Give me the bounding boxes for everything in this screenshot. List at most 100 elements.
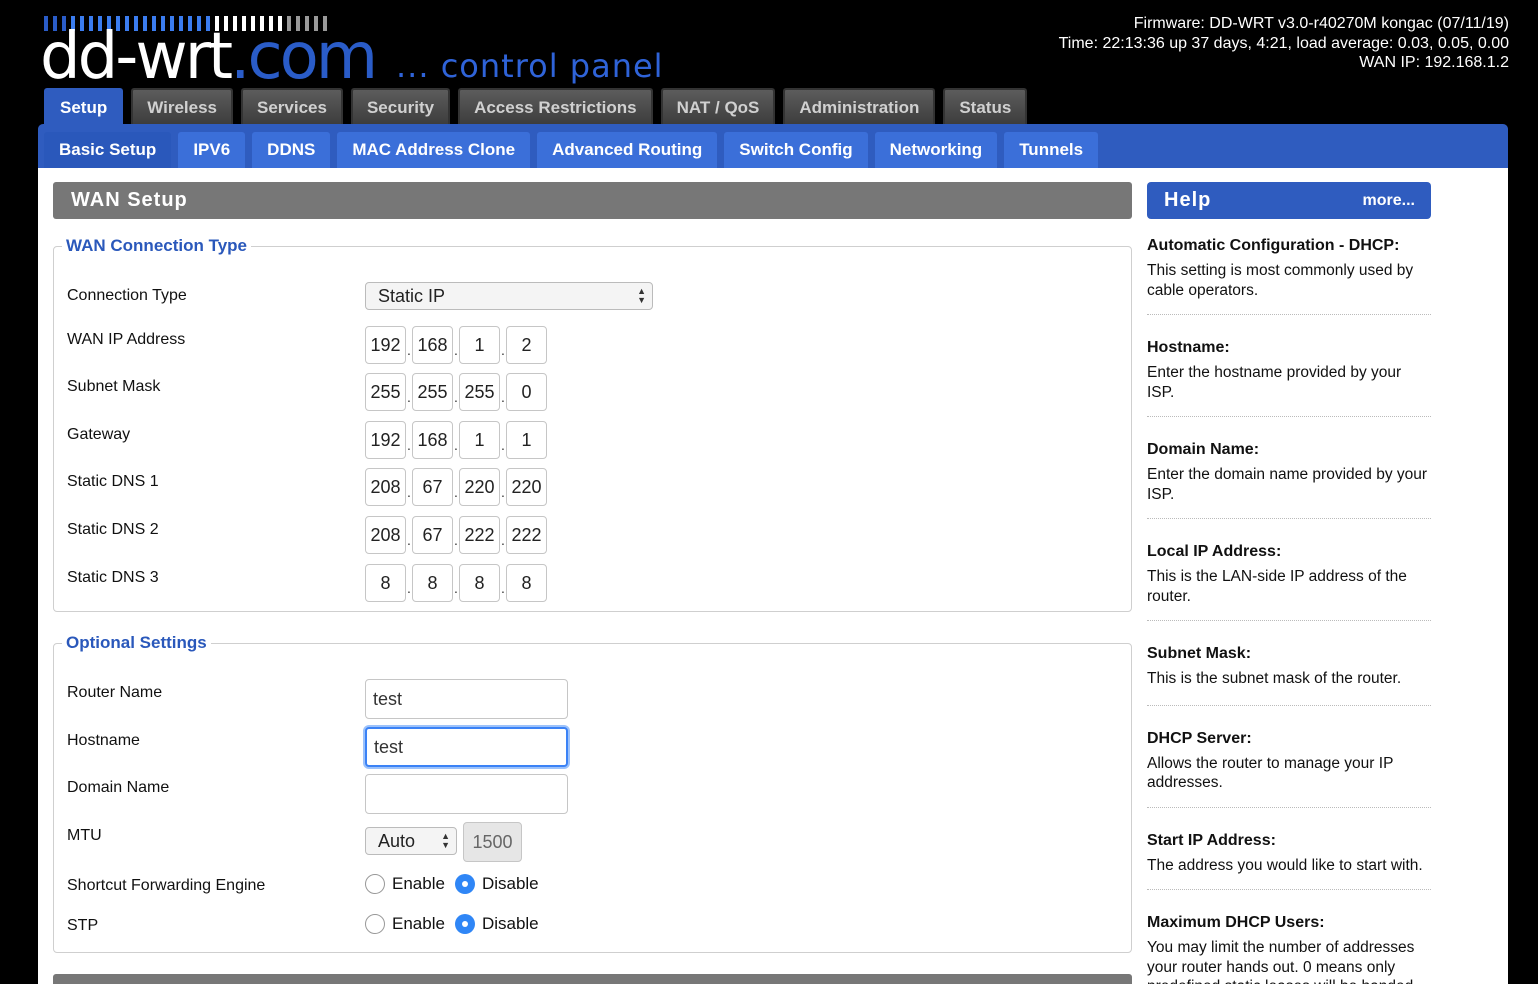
help-item-automatic-configuration-dhcp: Automatic Configuration - DHCP: This sett…: [1147, 219, 1431, 315]
stp-row: STP Enable Disable: [67, 912, 1117, 944]
subtab-ipv6[interactable]: IPV6: [178, 132, 246, 168]
static-dns-3-octet-3[interactable]: 8: [459, 564, 500, 602]
help-item-title: Automatic Configuration - DHCP:: [1147, 237, 1400, 254]
sfe-enable-radio[interactable]: [365, 874, 385, 894]
subnet-mask-octet-1[interactable]: 255: [365, 373, 406, 411]
subnet-mask-octet-3[interactable]: 255: [459, 373, 500, 411]
help-item-text: This is the subnet mask of the router.: [1147, 670, 1402, 687]
logo[interactable]: dd-wrt.com: [40, 20, 378, 94]
subtab-basic-setup[interactable]: Basic Setup: [44, 132, 172, 168]
help-item-domain-name: Domain Name: Enter the domain name provid…: [1147, 417, 1431, 519]
connection-type-select[interactable]: Static IP ▲ ▼: [365, 282, 653, 310]
router-name-input[interactable]: test: [365, 679, 568, 719]
help-item-maximum-dhcp-users: Maximum DHCP Users: You may limit the num…: [1147, 890, 1431, 984]
static-dns-2-ip-input: 208. 67. 222. 222: [365, 516, 547, 554]
uptime-text: Time: 22:13:36 up 37 days, 4:21, load av…: [1058, 34, 1509, 52]
help-item-title: Hostname:: [1147, 339, 1230, 356]
help-item-local-ip-address: Local IP Address: This is the LAN-side IP…: [1147, 519, 1431, 621]
gateway-octet-1[interactable]: 192: [365, 421, 406, 459]
help-item-start-ip-address: Start IP Address: The address you would l…: [1147, 808, 1431, 890]
static-dns-1-octet-3[interactable]: 220: [459, 468, 500, 506]
gateway-octet-2[interactable]: 168: [412, 421, 453, 459]
wan-ip-address-octet-1[interactable]: 192: [365, 326, 406, 364]
tagline: ... control panel: [396, 47, 664, 85]
static-dns-1-ip-input: 208. 67. 220. 220: [365, 468, 547, 506]
subtab-tunnels[interactable]: Tunnels: [1004, 132, 1099, 168]
stp-enable-radio[interactable]: [365, 914, 385, 934]
help-item-title: DHCP Server:: [1147, 729, 1252, 747]
tab-services[interactable]: Services: [241, 88, 343, 125]
tab-access-restrictions[interactable]: Access Restrictions: [458, 88, 653, 125]
tab-status[interactable]: Status: [943, 88, 1028, 125]
stp-disable-label[interactable]: Disable: [482, 914, 539, 934]
subtab-advanced-routing[interactable]: Advanced Routing: [537, 132, 718, 168]
mtu-mode-select[interactable]: Auto ▲ ▼: [365, 827, 457, 855]
wan-ip-address-octet-2[interactable]: 168: [412, 326, 453, 364]
tab-wireless[interactable]: Wireless: [131, 88, 234, 125]
tab-setup[interactable]: Setup: [44, 88, 124, 125]
subtab-mac-address-clone[interactable]: MAC Address Clone: [337, 132, 531, 168]
subtab-ddns[interactable]: DDNS: [252, 132, 331, 168]
domain-name-input[interactable]: [365, 774, 568, 814]
gateway-octet-4[interactable]: 1: [506, 421, 547, 459]
hostname-input[interactable]: test: [365, 727, 568, 767]
next-section-header: [53, 974, 1132, 984]
select-arrows-icon: ▲ ▼: [441, 831, 450, 850]
tab-nat-qos[interactable]: NAT / QoS: [660, 88, 776, 125]
subtab-networking[interactable]: Networking: [874, 132, 998, 168]
help-item-text: Enter the domain name provided by your I…: [1147, 466, 1428, 503]
static-dns-3-row: Static DNS 3 8.8.8.8: [67, 564, 1117, 604]
static-dns-1-label: Static DNS 1: [67, 473, 159, 490]
subtab-switch-config[interactable]: Switch Config: [724, 132, 868, 168]
static-dns-2-octet-2[interactable]: 67: [412, 516, 453, 554]
static-dns-2-octet-4[interactable]: 222: [506, 516, 547, 554]
subnet-mask-octet-2[interactable]: 255: [412, 373, 453, 411]
mtu-value-input[interactable]: 1500: [463, 822, 522, 862]
gateway-ip-input: 192. 168. 1. 1: [365, 421, 547, 459]
help-header: Help more...: [1147, 182, 1431, 219]
help-item-title: Domain Name:: [1147, 441, 1260, 458]
subnet-mask-octet-4[interactable]: 0: [506, 373, 547, 411]
static-dns-2-octet-3[interactable]: 222: [459, 516, 500, 554]
stp-disable-radio[interactable]: [454, 914, 475, 934]
sub-tab-bar: Basic Setup IPV6 DDNS MAC Address Clone …: [38, 124, 1508, 168]
help-items: Automatic Configuration - DHCP: This sett…: [1147, 219, 1431, 984]
gateway-octet-3[interactable]: 1: [459, 421, 500, 459]
wan-ip-address-ip-input: 192. 168. 1. 2: [365, 326, 547, 364]
help-item-text: Enter the hostname provided by your ISP.: [1147, 364, 1402, 401]
help-item-text: The address you would like to start with…: [1147, 856, 1423, 874]
tab-administration[interactable]: Administration: [783, 88, 936, 125]
static-dns-2-octet-1[interactable]: 208: [365, 516, 406, 554]
sfe-disable-label[interactable]: Disable: [482, 874, 539, 894]
gateway-label: Gateway: [67, 426, 131, 443]
wan-connection-type-legend: WAN Connection Type: [66, 236, 248, 255]
tab-security[interactable]: Security: [350, 88, 451, 125]
static-dns-1-octet-2[interactable]: 67: [412, 468, 453, 506]
wan-ip-address-octet-3[interactable]: 1: [459, 326, 500, 364]
static-dns-3-octet-1[interactable]: 8: [365, 564, 406, 602]
sfe-enable-label[interactable]: Enable: [392, 874, 445, 894]
domain-name-row: Domain Name: [67, 774, 1117, 816]
help-item-text: This setting is most commonly used by ca…: [1147, 262, 1414, 299]
static-dns-1-row: Static DNS 1 208. 67. 220. 220: [67, 468, 1117, 508]
router-name-row: Router Name test: [67, 679, 1117, 721]
gateway-row: Gateway 192. 168. 1. 1: [67, 421, 1117, 461]
sfe-disable-radio[interactable]: [454, 874, 475, 894]
sub-tabs: Basic Setup IPV6 DDNS MAC Address Clone …: [44, 132, 1099, 168]
static-dns-1-octet-4[interactable]: 220: [506, 468, 547, 506]
mtu-mode-value: Auto: [378, 830, 416, 851]
help-more-link[interactable]: more...: [1363, 192, 1415, 210]
wan-setup-header: WAN Setup: [53, 182, 1132, 219]
stp-enable-label[interactable]: Enable: [392, 914, 445, 934]
help-item-hostname: Hostname: Enter the hostname provided by …: [1147, 315, 1431, 417]
static-dns-3-ip-input: 8.8.8.8: [365, 564, 547, 602]
domain-name-label: Domain Name: [67, 779, 170, 796]
static-dns-1-octet-1[interactable]: 208: [365, 468, 406, 506]
optional-settings-legend: Optional Settings: [66, 633, 207, 652]
static-dns-3-octet-4[interactable]: 8: [506, 564, 547, 602]
main-tabs: Setup Wireless Services Security Access …: [44, 88, 1028, 125]
help-panel: Help more... Automatic Configuration - D…: [1147, 182, 1431, 984]
sfe-row: Shortcut Forwarding Engine Enable Disabl…: [67, 872, 1117, 904]
wan-ip-address-octet-4[interactable]: 2: [506, 326, 547, 364]
static-dns-3-octet-2[interactable]: 8: [412, 564, 453, 602]
